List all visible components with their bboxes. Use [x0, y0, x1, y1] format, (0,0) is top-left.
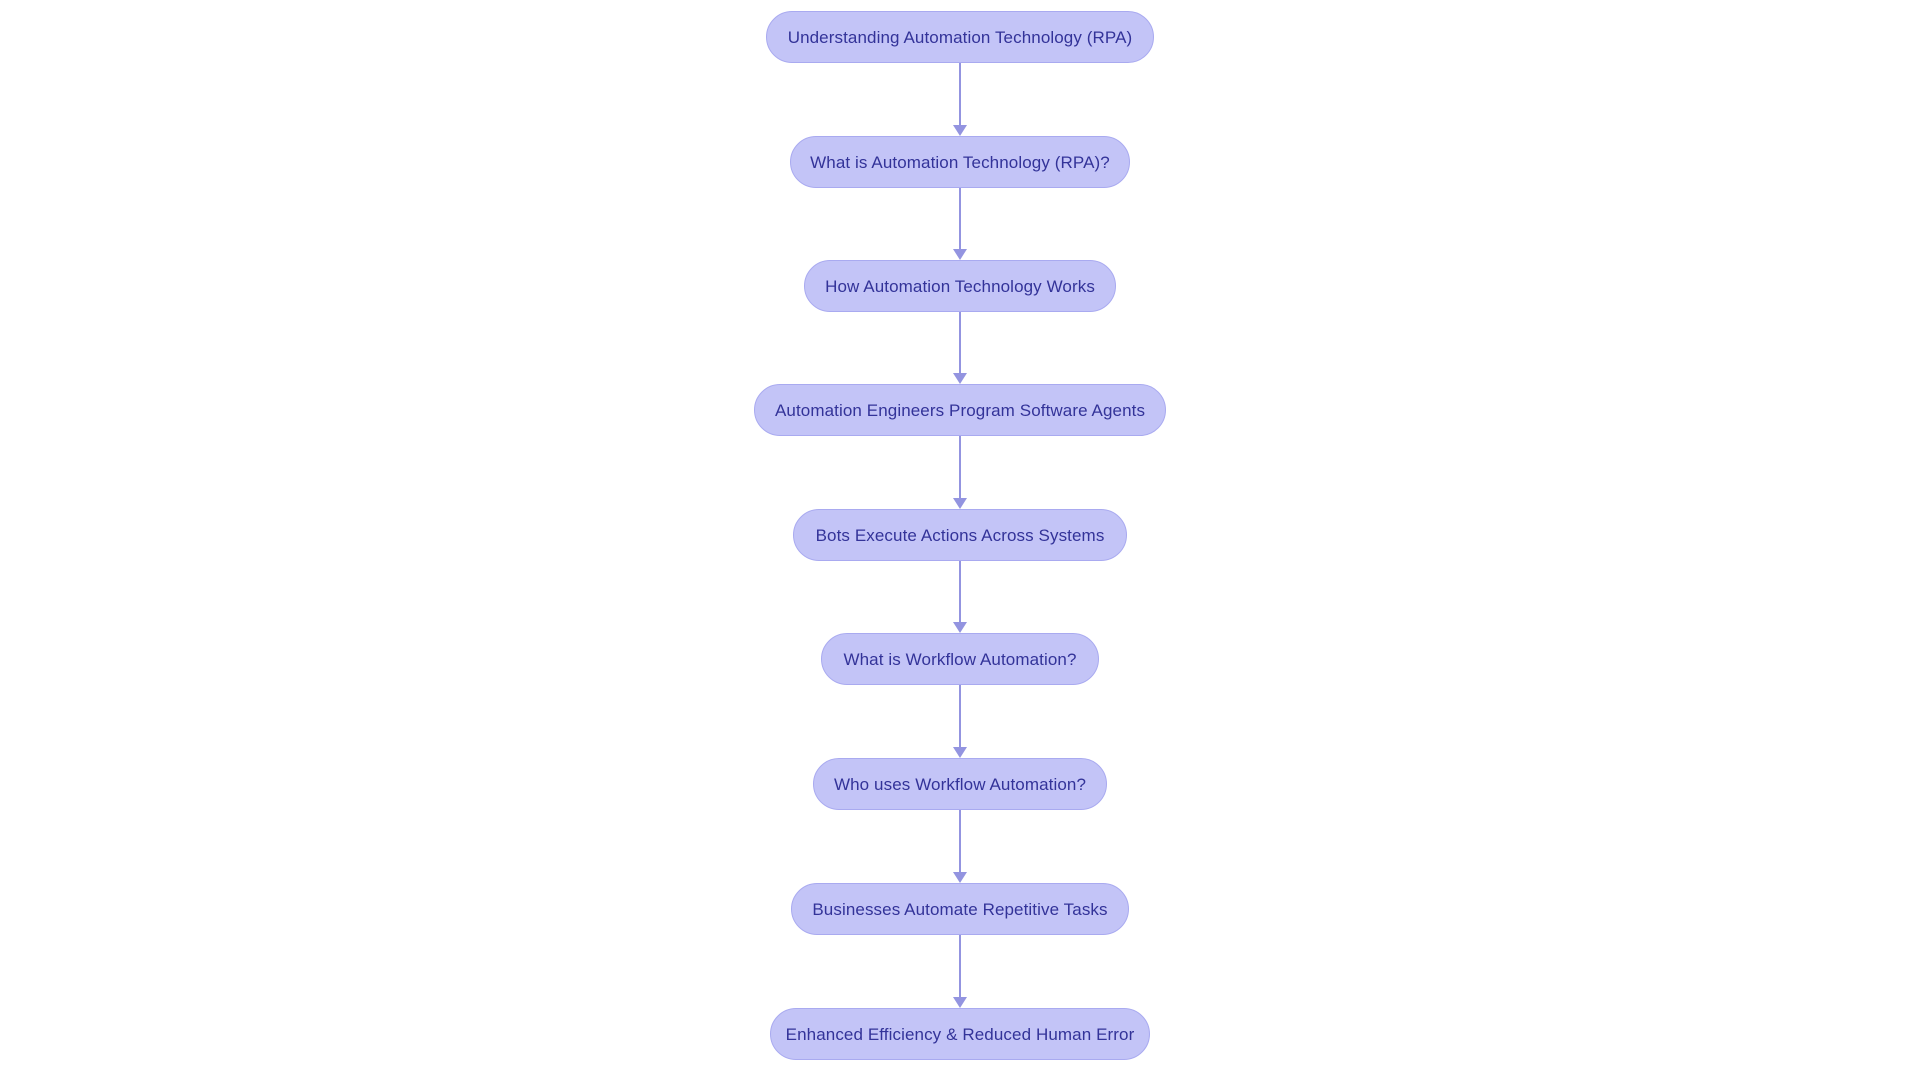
flow-node-n4[interactable]: Automation Engineers Program Software Ag…: [754, 384, 1166, 436]
flow-connector-n7-to-n8: [951, 810, 969, 883]
arrowhead-down-icon: [953, 373, 967, 384]
arrowhead-down-icon: [953, 249, 967, 260]
flow-node-label: Who uses Workflow Automation?: [833, 774, 1087, 794]
arrowhead-down-icon: [953, 872, 967, 883]
connector-line: [959, 810, 961, 872]
flow-node-label: Enhanced Efficiency & Reduced Human Erro…: [785, 1024, 1135, 1044]
flow-node-n2[interactable]: What is Automation Technology (RPA)?: [790, 136, 1130, 188]
flow-connector-n2-to-n3: [951, 188, 969, 260]
arrowhead-down-icon: [953, 498, 967, 509]
flow-node-label: Bots Execute Actions Across Systems: [815, 525, 1105, 545]
flow-connector-n4-to-n5: [951, 436, 969, 509]
flow-node-n8[interactable]: Businesses Automate Repetitive Tasks: [791, 883, 1129, 935]
flow-connector-n5-to-n6: [951, 561, 969, 633]
flowchart-canvas: Understanding Automation Technology (RPA…: [0, 0, 1920, 1080]
flow-node-label: What is Workflow Automation?: [843, 649, 1077, 669]
connector-line: [959, 685, 961, 747]
flow-node-n1[interactable]: Understanding Automation Technology (RPA…: [766, 11, 1154, 63]
flow-connector-n6-to-n7: [951, 685, 969, 758]
flow-node-n5[interactable]: Bots Execute Actions Across Systems: [793, 509, 1127, 561]
connector-line: [959, 312, 961, 373]
arrowhead-down-icon: [953, 622, 967, 633]
flow-node-n9[interactable]: Enhanced Efficiency & Reduced Human Erro…: [770, 1008, 1150, 1060]
flow-node-label: How Automation Technology Works: [825, 276, 1095, 296]
flow-connector-n1-to-n2: [951, 63, 969, 136]
flow-node-n3[interactable]: How Automation Technology Works: [804, 260, 1116, 312]
arrowhead-down-icon: [953, 997, 967, 1008]
flow-connector-n3-to-n4: [951, 312, 969, 384]
flow-node-n6[interactable]: What is Workflow Automation?: [821, 633, 1099, 685]
arrowhead-down-icon: [953, 747, 967, 758]
flow-node-label: Businesses Automate Repetitive Tasks: [812, 899, 1108, 919]
connector-line: [959, 436, 961, 498]
flow-node-label: What is Automation Technology (RPA)?: [810, 152, 1110, 172]
flow-node-label: Automation Engineers Program Software Ag…: [774, 400, 1146, 420]
connector-line: [959, 935, 961, 997]
connector-line: [959, 63, 961, 125]
connector-line: [959, 188, 961, 249]
flow-node-label: Understanding Automation Technology (RPA…: [787, 27, 1133, 47]
connector-line: [959, 561, 961, 622]
flow-connector-n8-to-n9: [951, 935, 969, 1008]
arrowhead-down-icon: [953, 125, 967, 136]
flow-node-n7[interactable]: Who uses Workflow Automation?: [813, 758, 1107, 810]
